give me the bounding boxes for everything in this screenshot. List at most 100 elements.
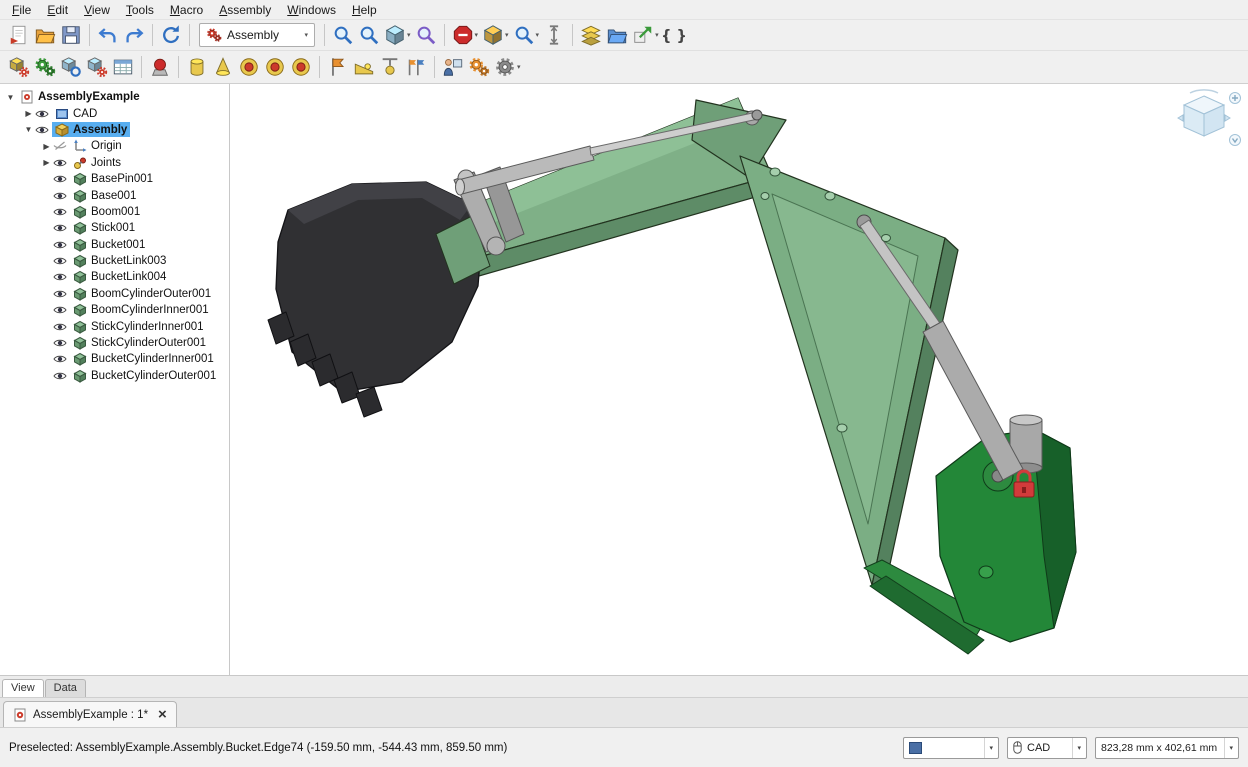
expander-icon[interactable]: ▶ [22,109,35,118]
close-icon[interactable]: × [158,707,167,722]
create-group-button[interactable] [604,22,630,48]
visibility-eye-icon[interactable] [53,352,70,366]
new-document-button[interactable] [6,22,32,48]
bill-of-materials-button[interactable] [110,54,136,80]
measure-button[interactable] [541,22,567,48]
menu-assembly[interactable]: Assembly [211,1,279,19]
visibility-eye-icon[interactable] [53,139,70,153]
visibility-eye-icon[interactable] [53,205,70,219]
tree-item-bucketlink004[interactable]: BucketLink004 [0,269,229,285]
visibility-eye-icon[interactable] [53,254,70,268]
joint-perpendicular-button[interactable] [377,54,403,80]
tree-item-bucket001[interactable]: Bucket001 [0,237,229,253]
document-tab[interactable]: AssemblyExample : 1* × [3,701,177,727]
toggle-grounded-button[interactable] [147,54,173,80]
fit-all-button[interactable] [330,22,356,48]
visibility-eye-icon[interactable] [53,287,70,301]
tree-item-boomcylinderinner001[interactable]: BoomCylinderInner001 [0,302,229,318]
save-document-button[interactable] [58,22,84,48]
joint-fixed-button[interactable] [184,54,210,80]
clipping-plane-button[interactable]: ▾ [450,22,481,48]
tree-item-joints[interactable]: ▶Joints [0,155,229,171]
visibility-eye-icon[interactable] [53,303,70,317]
redo-button[interactable] [121,22,147,48]
stick-part[interactable] [740,156,958,592]
menu-tools[interactable]: Tools [118,1,162,19]
refresh-button[interactable] [158,22,184,48]
tree-item-origin[interactable]: ▶Origin [0,138,229,154]
standard-views-button[interactable]: ▾ [382,22,413,48]
menu-windows[interactable]: Windows [279,1,344,19]
tree-item-assemblyexample[interactable]: ▼AssemblyExample [0,89,229,105]
tree-item-stickcylinderouter001[interactable]: StickCylinderOuter001 [0,335,229,351]
tree-item-assembly[interactable]: ▼Assembly [0,122,229,138]
draw-style-button[interactable]: ▾ [480,22,511,48]
create-assembly-button[interactable] [6,54,32,80]
tree-item-stick001[interactable]: Stick001 [0,220,229,236]
link-navigation-button[interactable] [413,22,439,48]
toolbar-separator [319,56,320,78]
menu-view[interactable]: View [76,1,118,19]
tree-item-boomcylinderouter001[interactable]: BoomCylinderOuter001 [0,286,229,302]
visibility-eye-icon[interactable] [53,336,70,350]
expander-icon[interactable]: ▶ [40,158,53,167]
tree-item-stickcylinderinner001[interactable]: StickCylinderInner001 [0,318,229,334]
expander-icon[interactable]: ▶ [40,142,53,151]
expander-icon[interactable]: ▼ [4,93,17,102]
tree-item-base001[interactable]: Base001 [0,187,229,203]
new-document-icon [8,24,30,46]
tree-item-basepin001[interactable]: BasePin001 [0,171,229,187]
solve-assembly-button[interactable] [32,54,58,80]
selection-zoom-button[interactable]: ▾ [511,22,542,48]
menu-edit[interactable]: Edit [39,1,76,19]
visibility-eye-icon[interactable] [53,270,70,284]
joint-cylindrical-button[interactable] [236,54,262,80]
visibility-eye-icon[interactable] [53,189,70,203]
visibility-eye-icon[interactable] [53,172,70,186]
dimension-combo[interactable]: 823,28 mm x 402,61 mm ▾ [1095,737,1239,759]
navigation-style-combo[interactable]: CAD ▾ [1007,737,1087,759]
exploded-view-button[interactable] [58,54,84,80]
tree-item-cad[interactable]: ▶CAD [0,105,229,121]
tree-item-bucketcylinderinner001[interactable]: BucketCylinderInner001 [0,351,229,367]
insert-component-button[interactable] [84,54,110,80]
joint-slider-button[interactable] [262,54,288,80]
tree-item-bucketcylinderouter001[interactable]: BucketCylinderOuter001 [0,368,229,384]
workbench-selector[interactable]: Assembly▾ [199,23,315,47]
visibility-eye-icon[interactable] [35,123,52,137]
export-link-button[interactable]: ▾ [630,22,661,48]
visibility-eye-icon[interactable] [53,369,70,383]
joint-angle-button[interactable] [403,54,429,80]
visibility-eye-icon[interactable] [35,107,52,121]
scene-svg[interactable] [230,84,1248,675]
chevron-down-icon: ▾ [655,31,659,39]
viewport-3d[interactable] [230,84,1248,675]
open-document-button[interactable] [32,22,58,48]
menu-macro[interactable]: Macro [162,1,211,19]
assembly-options-button[interactable]: ▾ [492,54,523,80]
bucket-part[interactable] [268,182,482,417]
style-combo[interactable]: ▾ [903,737,999,759]
tree-item-boom001[interactable]: Boom001 [0,204,229,220]
joint-parallel-button[interactable] [351,54,377,80]
undo-button[interactable] [95,22,121,48]
tab-view[interactable]: View [2,679,44,697]
visibility-eye-icon[interactable] [53,238,70,252]
joint-ball-button[interactable] [288,54,314,80]
animate-assembly-button[interactable] [466,54,492,80]
visibility-eye-icon[interactable] [53,156,70,170]
expression-editor-button[interactable]: { } [661,22,687,48]
navigation-cube[interactable] [1176,88,1242,152]
joint-revolute-button[interactable] [210,54,236,80]
menu-help[interactable]: Help [344,1,385,19]
joint-distance-button[interactable] [325,54,351,80]
set-appearance-button[interactable] [578,22,604,48]
visibility-eye-icon[interactable] [53,221,70,235]
fit-selection-button[interactable] [356,22,382,48]
visibility-eye-icon[interactable] [53,320,70,334]
tree-item-bucketlink003[interactable]: BucketLink003 [0,253,229,269]
menu-file[interactable]: File [4,1,39,19]
ergonomics-simulation-button[interactable] [440,54,466,80]
tab-data[interactable]: Data [45,679,86,697]
expander-icon[interactable]: ▼ [22,125,35,134]
